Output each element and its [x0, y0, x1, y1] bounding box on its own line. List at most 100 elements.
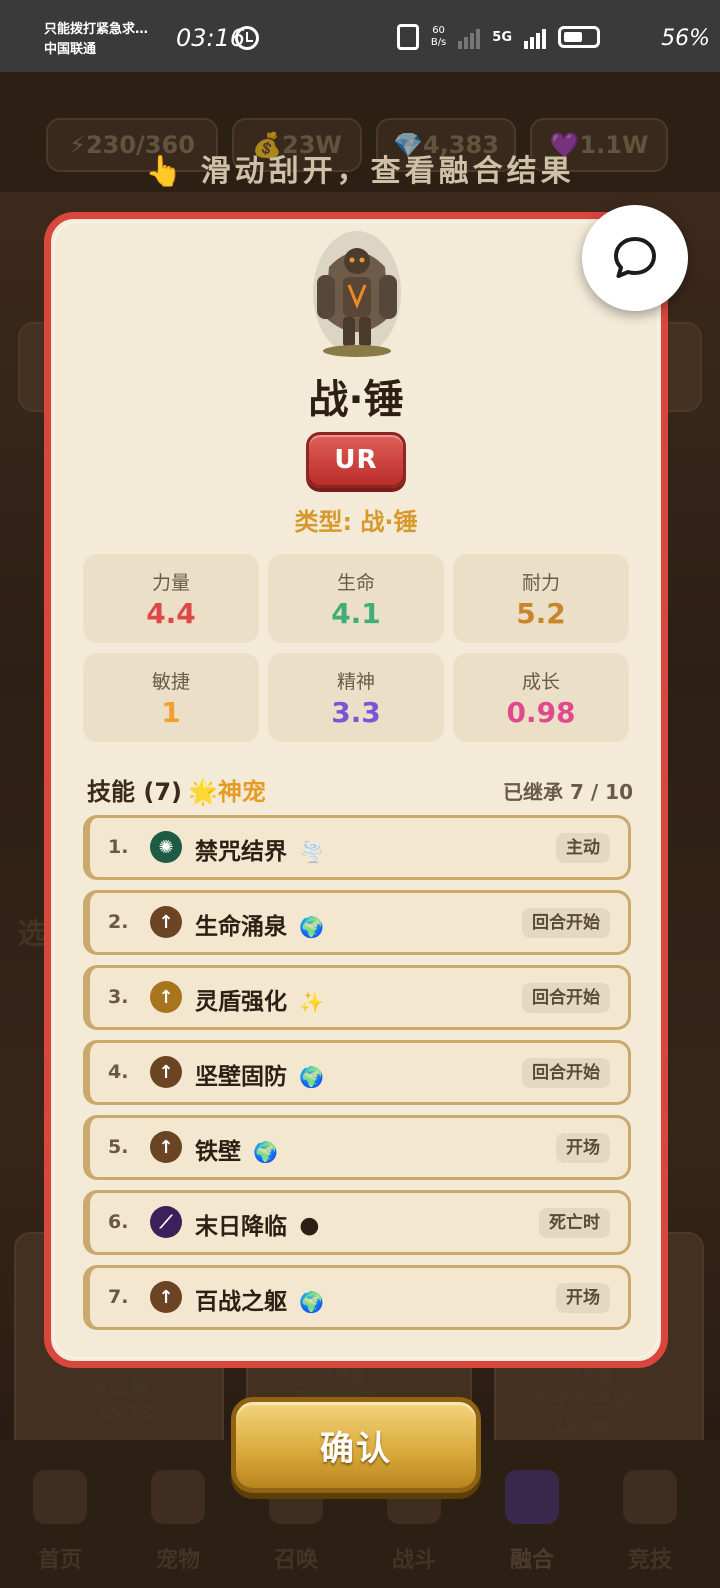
stats-grid: 力量 4.4 生命 4.1 耐力 5.2 敏捷 1 精神 3.3 成长 0.98 — [83, 554, 631, 742]
stat-value: 5.2 — [516, 597, 566, 630]
alarm-icon — [235, 26, 259, 50]
hint-text: 滑动刮开，查看融合结果 — [200, 154, 575, 189]
skill-number: 1. — [108, 836, 129, 858]
pet-portrait — [313, 231, 401, 357]
pet-type: 类型: 战·锤 — [294, 508, 418, 536]
battery-icon — [558, 26, 600, 48]
stat-label: 力量 — [151, 572, 190, 594]
stat-health: 生命 4.1 — [268, 554, 444, 643]
arrow-up-icon: ↑ — [150, 1131, 182, 1163]
stat-value: 4.1 — [331, 597, 381, 630]
confirm-button[interactable]: 确认 — [231, 1397, 481, 1493]
status-left: 只能拨打紧急求… 中国联通 — [44, 20, 148, 60]
skill-row[interactable]: 6. ⟋ 末日降临 🌑 死亡时 — [83, 1190, 631, 1255]
skill-row[interactable]: 2. ↑ 生命涌泉 🌍 回合开始 — [83, 890, 631, 955]
skill-name: 灵盾强化 — [195, 989, 287, 1015]
scratch-hint: 👆 滑动刮开，查看融合结果 — [0, 146, 720, 190]
skill-name-wrap: 禁咒结界 🌪️ — [195, 832, 324, 866]
globe-icon: 🌍 — [299, 1290, 324, 1314]
carrier-name: 中国联通 — [44, 42, 97, 57]
stat-strength: 力量 4.4 — [83, 554, 259, 643]
skill-trigger-tag: 开场 — [556, 1283, 610, 1313]
skills-title: 技能 (7) 🌟神宠 — [87, 772, 266, 807]
skill-trigger-tag: 开场 — [556, 1133, 610, 1163]
vibrate-icon — [396, 24, 419, 50]
stat-spirit: 精神 3.3 — [268, 653, 444, 742]
stat-value: 3.3 — [331, 696, 381, 729]
stat-value: 0.98 — [506, 696, 576, 729]
network-type: 5G — [492, 29, 512, 45]
chat-button[interactable] — [582, 205, 688, 311]
skill-name-wrap: 坚壁固防 🌍 — [195, 1057, 324, 1091]
skill-number: 3. — [108, 986, 129, 1008]
skill-row[interactable]: 1. ✺ 禁咒结界 🌪️ 主动 — [83, 815, 631, 880]
skill-name: 坚壁固防 — [195, 1064, 287, 1090]
arrow-up-icon: ↑ — [150, 906, 182, 938]
skill-name: 百战之躯 — [195, 1289, 287, 1315]
rarity-badge: UR — [306, 432, 406, 488]
arrow-up-icon: ↑ — [150, 981, 182, 1013]
skill-trigger-tag: 回合开始 — [522, 983, 610, 1013]
skill-trigger-tag: 死亡时 — [539, 1208, 610, 1238]
skill-name-wrap: 百战之躯 🌍 — [195, 1282, 324, 1316]
skill-number: 4. — [108, 1061, 129, 1083]
status-icons: 60 B/s 5G — [396, 24, 600, 50]
dark-moon-icon: 🌑 — [299, 1215, 320, 1239]
stat-growth: 成长 0.98 — [453, 653, 629, 742]
skill-trigger-tag: 回合开始 — [522, 1058, 610, 1088]
stat-value: 4.4 — [146, 597, 196, 630]
skill-name: 生命涌泉 — [195, 914, 287, 940]
skill-number: 6. — [108, 1211, 129, 1233]
skill-row[interactable]: 7. ↑ 百战之躯 🌍 开场 — [83, 1265, 631, 1330]
net-speed-unit: B/s — [430, 37, 447, 48]
signal-5g-icon — [524, 25, 546, 49]
skills-count: 技能 (7) — [87, 778, 182, 806]
skill-name-wrap: 灵盾强化 ✨ — [195, 982, 324, 1016]
fusion-result-modal: 战·锤 UR 类型: 战·锤 力量 4.4 生命 4.1 耐力 5.2 敏捷 1… — [44, 212, 668, 1368]
stat-label: 生命 — [336, 572, 375, 594]
net-speed: 60 B/s — [431, 25, 446, 49]
skill-name-wrap: 铁壁 🌍 — [195, 1132, 278, 1166]
arrow-up-icon: ↑ — [150, 1281, 182, 1313]
globe-icon: 🌍 — [299, 915, 324, 939]
skill-trigger-tag: 主动 — [556, 833, 610, 863]
arrow-up-icon: ↑ — [150, 1056, 182, 1088]
stat-label: 敏捷 — [151, 671, 190, 693]
sparkles-icon: ✨ — [299, 990, 324, 1014]
skill-list: 1. ✺ 禁咒结界 🌪️ 主动 2. ↑ 生命涌泉 🌍 回合开始 3. ↑ 灵盾强化… — [83, 815, 631, 1340]
skill-number: 2. — [108, 911, 129, 933]
stat-value: 1 — [161, 696, 181, 729]
net-speed-value: 60 — [432, 25, 445, 36]
skill-name-wrap: 末日降临 🌑 — [195, 1207, 320, 1241]
skill-name: 铁壁 — [195, 1139, 241, 1165]
tornado-icon: 🌪️ — [299, 840, 324, 864]
skill-barrier-icon: ✺ — [150, 831, 182, 863]
stat-label: 成长 — [521, 671, 560, 693]
signal-icon — [458, 25, 481, 49]
chat-bubble-icon — [614, 237, 656, 278]
skill-number: 7. — [108, 1286, 129, 1308]
notification-text: 只能拨打紧急求… — [44, 22, 149, 37]
inherited-count: 已继承 7 / 10 — [503, 780, 633, 804]
skill-row[interactable]: 3. ↑ 灵盾强化 ✨ 回合开始 — [83, 965, 631, 1030]
skill-row[interactable]: 4. ↑ 坚壁固防 🌍 回合开始 — [83, 1040, 631, 1105]
skill-trigger-tag: 回合开始 — [522, 908, 610, 938]
stat-label: 耐力 — [521, 572, 560, 594]
skill-row[interactable]: 5. ↑ 铁壁 🌍 开场 — [83, 1115, 631, 1180]
stat-agility: 敏捷 1 — [83, 653, 259, 742]
globe-icon: 🌍 — [253, 1140, 278, 1164]
status-bar: 只能拨打紧急求… 中国联通 03:16 60 B/s 5G 56% — [0, 0, 720, 72]
globe-icon: 🌍 — [299, 1065, 324, 1089]
skill-name: 末日降临 — [195, 1214, 287, 1240]
pointing-hand-icon: 👆 — [145, 154, 187, 189]
pet-name: 战·锤 — [308, 377, 404, 423]
scythe-icon: ⟋ — [150, 1206, 182, 1238]
skill-name: 禁咒结界 — [195, 839, 287, 865]
battery-percent: 56% — [661, 26, 710, 51]
divine-pet-badge: 🌟神宠 — [188, 778, 266, 806]
stat-label: 精神 — [336, 671, 375, 693]
skills-header: 技能 (7) 🌟神宠 已继承 7 / 10 — [87, 772, 633, 807]
stat-stamina: 耐力 5.2 — [453, 554, 629, 643]
skill-name-wrap: 生命涌泉 🌍 — [195, 907, 324, 941]
skill-number: 5. — [108, 1136, 129, 1158]
